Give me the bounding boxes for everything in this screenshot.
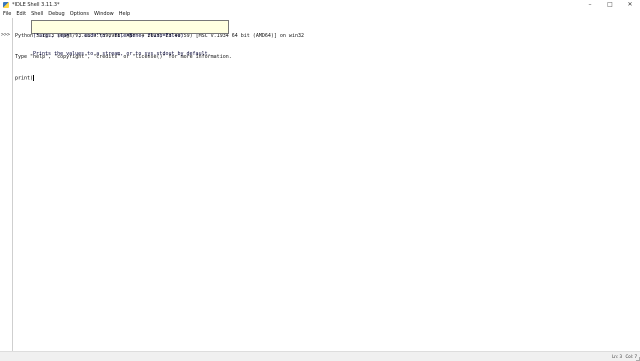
resize-grip-icon[interactable]	[636, 357, 640, 361]
menu-edit[interactable]: Edit	[14, 10, 28, 18]
calltip-popup: (*args, sep=' ', end='\n', file=None, fl…	[31, 20, 229, 57]
calltip-description: Prints the values to a stream, or to sys…	[33, 51, 211, 57]
status-line-number: Ln: 3	[612, 354, 622, 359]
idle-shell-window: *IDLE Shell 3.11.3* – □ ✕ File Edit Shel…	[0, 0, 640, 361]
python-idle-icon	[3, 2, 9, 8]
menu-options[interactable]: Options	[68, 10, 91, 18]
window-title: *IDLE Shell 3.11.3*	[12, 2, 60, 8]
menu-shell[interactable]: Shell	[29, 10, 45, 18]
window-controls: – □ ✕	[580, 0, 640, 10]
input-code: print(	[15, 75, 34, 82]
menu-debug[interactable]: Debug	[46, 10, 66, 18]
title-bar: *IDLE Shell 3.11.3* – □ ✕	[0, 0, 640, 10]
maximize-button[interactable]: □	[600, 0, 620, 10]
prompt-gutter: >>>	[0, 18, 13, 351]
calltip-signature: (*args, sep=' ', end='\n', file=None, fl…	[33, 33, 184, 39]
text-caret	[33, 75, 35, 81]
menu-help[interactable]: Help	[117, 10, 132, 18]
menu-bar: File Edit Shell Debug Options Window Hel…	[0, 10, 640, 18]
minimize-button[interactable]: –	[580, 0, 600, 10]
menu-window[interactable]: Window	[92, 10, 116, 18]
shell-prompt: >>>	[1, 32, 11, 38]
menu-file[interactable]: File	[1, 10, 13, 18]
input-line[interactable]: print(	[15, 75, 640, 82]
close-button[interactable]: ✕	[620, 0, 640, 10]
